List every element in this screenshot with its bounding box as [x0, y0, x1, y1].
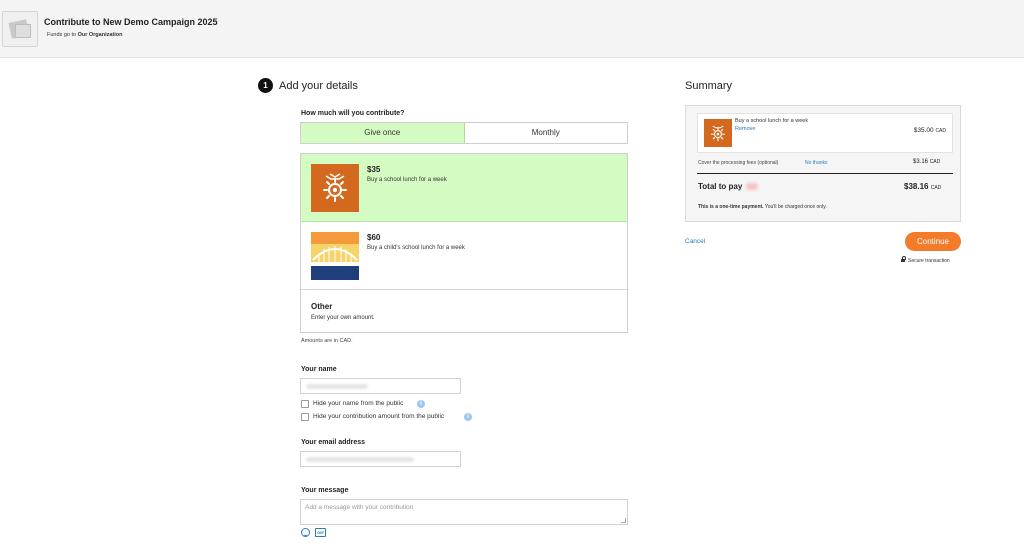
frequency-toggle: Give once Monthly	[300, 122, 628, 144]
summary-item-price: $35.00 CAD	[913, 127, 946, 134]
name-input[interactable]	[300, 378, 461, 394]
resize-handle-icon[interactable]	[621, 518, 626, 523]
give-once-button[interactable]: Give once	[301, 123, 465, 143]
info-icon[interactable]: i	[417, 400, 425, 408]
summary-divider	[697, 173, 953, 174]
monthly-button[interactable]: Monthly	[465, 123, 628, 143]
school-lunch-sun-icon	[311, 164, 359, 212]
campaign-image-placeholder-icon	[2, 11, 38, 47]
bridge-illustration-icon	[311, 232, 359, 280]
gif-button[interactable]: GIF	[315, 528, 326, 537]
secure-transaction: Secure transaction	[901, 256, 950, 264]
processing-fees-amount: $3.16 CAD	[913, 159, 941, 165]
hide-amount-checkbox[interactable]	[301, 413, 309, 421]
option-other[interactable]: Other Enter your own amount.	[301, 290, 627, 332]
option-amount: $60	[367, 233, 381, 242]
option-35[interactable]: $35 Buy a school lunch for a week	[301, 154, 627, 222]
summary-line-item: Buy a school lunch for a week Remove $35…	[697, 113, 953, 153]
option-60[interactable]: $60 Buy a child's school lunch for a wee…	[301, 222, 627, 290]
message-placeholder: Add a message with your contribution	[305, 504, 414, 511]
hide-amount-label: Hide your contribution amount from the p…	[313, 413, 445, 420]
summary-item-name: Buy a school lunch for a week	[735, 118, 809, 124]
info-icon[interactable]: i	[464, 413, 472, 421]
campaign-title: Contribute to New Demo Campaign 2025	[44, 17, 218, 27]
option-amount: $35	[367, 165, 381, 174]
name-label: Your name	[301, 366, 337, 373]
one-time-note: This is a one-time payment. You'll be ch…	[698, 204, 827, 210]
remove-link[interactable]: Remove	[735, 126, 755, 132]
processing-fees-label: Cover the processing fees (optional)	[698, 160, 779, 166]
emoji-icon[interactable]	[301, 528, 310, 537]
redacted-value	[746, 183, 758, 190]
option-amount: Other	[311, 302, 333, 311]
summary-title: Summary	[685, 80, 733, 92]
email-label: Your email address	[301, 439, 366, 446]
option-description: Buy a child's school lunch for a week	[367, 245, 465, 251]
total-label: Total to pay	[698, 182, 743, 191]
hide-name-label: Hide your name from the public	[313, 400, 404, 407]
organization-name: Our Organization	[77, 32, 123, 38]
option-description: Enter your own amount.	[311, 315, 375, 321]
message-textarea[interactable]: Add a message with your contribution	[300, 499, 628, 525]
contribution-options: $35 Buy a school lunch for a week $60 Bu…	[300, 153, 628, 333]
school-lunch-sun-icon	[704, 119, 732, 147]
step-number-badge: 1	[258, 78, 273, 93]
lock-icon	[901, 256, 906, 262]
no-thanks-dropdown[interactable]: No thanks	[805, 160, 828, 166]
currency-note: Amounts are in CAD.	[301, 338, 353, 344]
message-label: Your message	[301, 487, 349, 494]
email-input[interactable]	[300, 451, 461, 467]
funds-destination: Funds go to Our Organization	[47, 32, 123, 38]
option-description: Buy a school lunch for a week	[367, 177, 447, 183]
campaign-header: Contribute to New Demo Campaign 2025 Fun…	[0, 0, 1024, 58]
step-title: Add your details	[279, 80, 358, 92]
contribution-question: How much will you contribute?	[301, 110, 405, 117]
hide-name-checkbox[interactable]	[301, 400, 309, 408]
cancel-link[interactable]: Cancel	[685, 238, 705, 245]
continue-button[interactable]: Continue	[905, 232, 961, 251]
total-amount: $38.16 CAD	[904, 182, 942, 191]
